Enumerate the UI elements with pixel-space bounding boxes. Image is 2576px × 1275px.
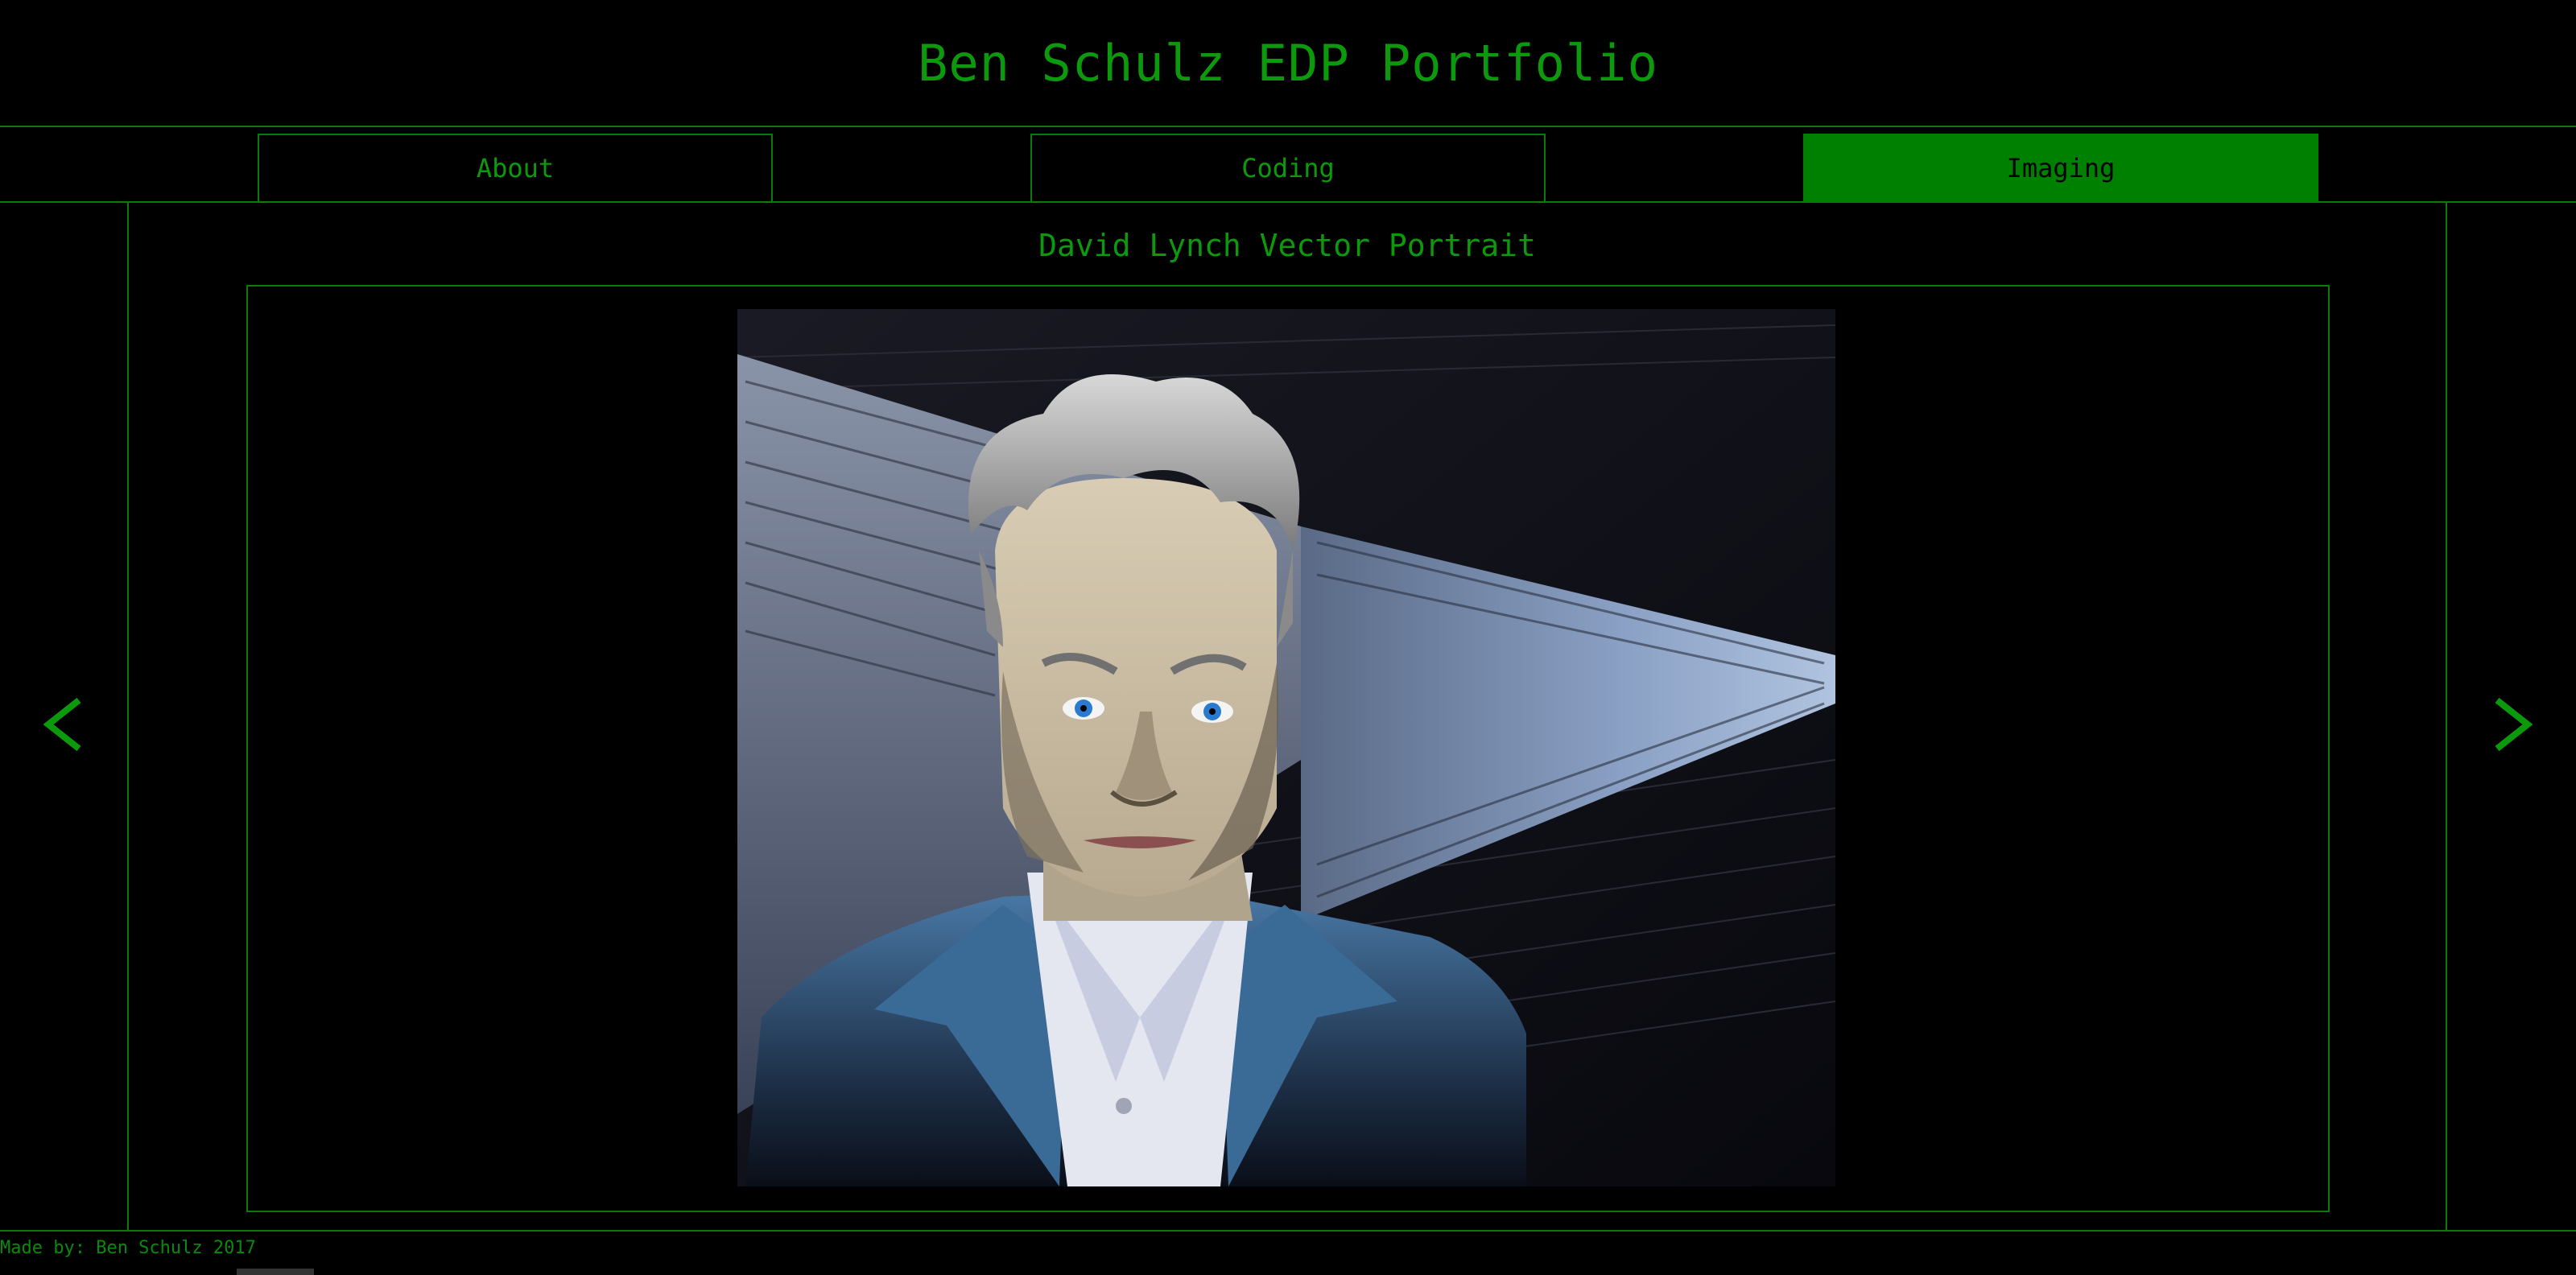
slide-title: David Lynch Vector Portrait	[1038, 228, 1536, 263]
chevron-left-icon	[43, 697, 81, 752]
tab-imaging[interactable]: Imaging	[1803, 134, 2318, 203]
portrait-image	[737, 309, 1835, 1186]
portrait-artwork	[737, 309, 1835, 1186]
nav-bar: About Coding Imaging	[0, 126, 2576, 203]
tab-about[interactable]: About	[258, 134, 773, 203]
chevron-right-icon	[2495, 697, 2533, 752]
footer-credit: Made by: Ben Schulz 2017	[0, 1238, 256, 1258]
tab-coding[interactable]: Coding	[1030, 134, 1546, 203]
prev-slide-button[interactable]	[32, 684, 97, 765]
scrollbar-thumb[interactable]	[237, 1269, 314, 1275]
site-header: Ben Schulz EDP Portfolio	[0, 0, 2576, 126]
next-slide-button[interactable]	[2479, 684, 2544, 765]
main-bottom-divider	[0, 1230, 2576, 1232]
page-title: Ben Schulz EDP Portfolio	[918, 33, 1658, 93]
